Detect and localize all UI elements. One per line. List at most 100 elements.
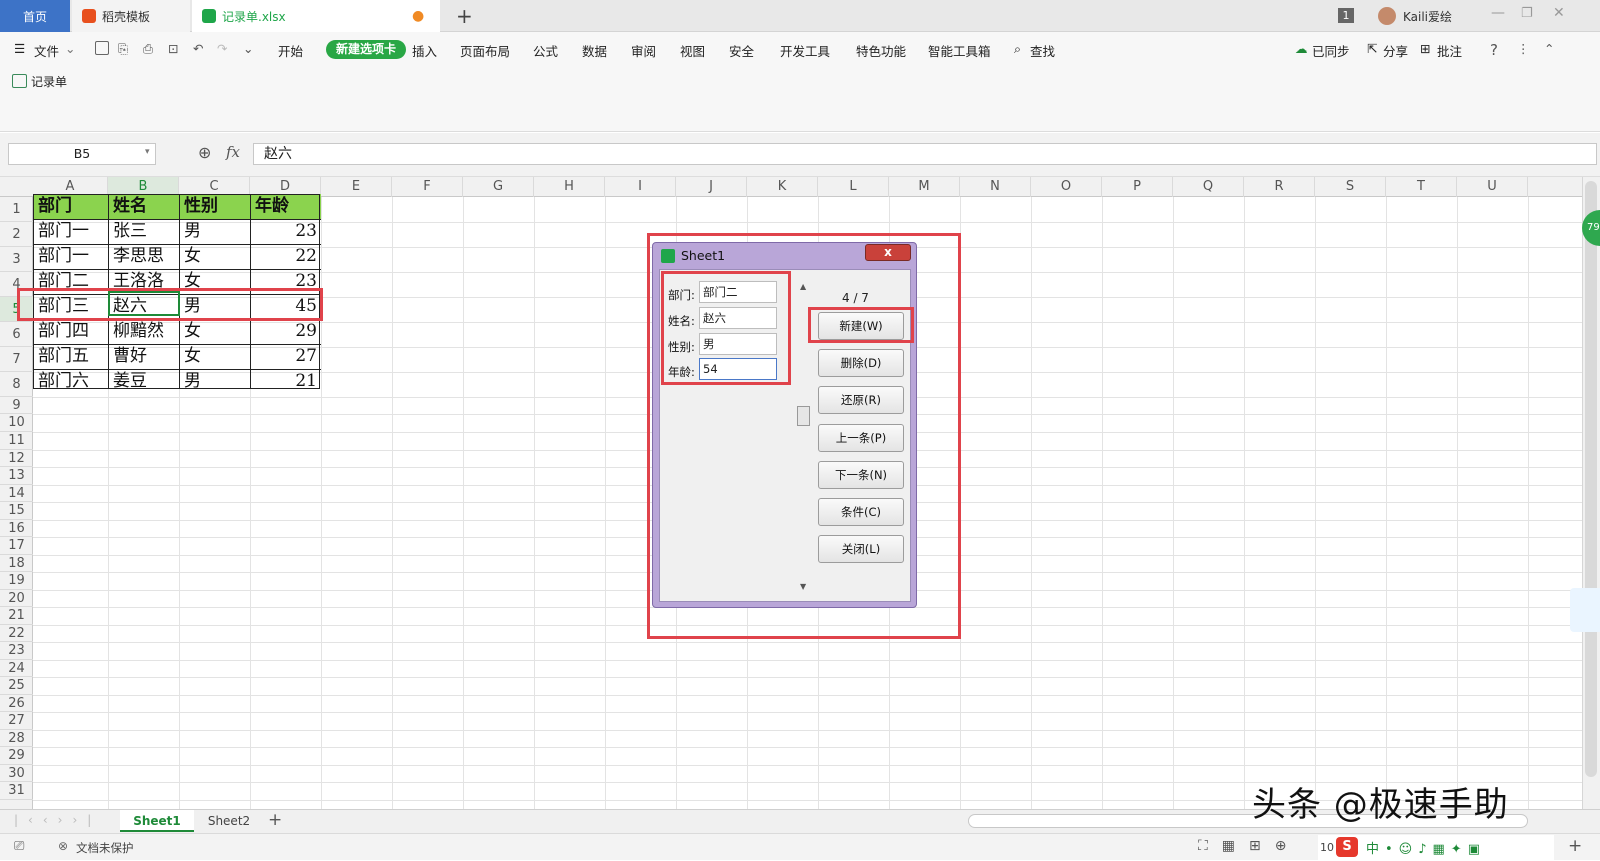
menu-page-layout[interactable]: 页面布局 <box>460 41 510 60</box>
vertical-scroll-thumb[interactable] <box>1585 181 1597 777</box>
menu-view[interactable]: 视图 <box>680 41 705 60</box>
row-header-18[interactable]: 18 <box>0 555 33 572</box>
row-header-16[interactable]: 16 <box>0 520 33 537</box>
search-icon[interactable]: ⌕ <box>1014 41 1021 57</box>
row-header-20[interactable]: 20 <box>0 590 33 607</box>
menu-new-tab[interactable]: 新建选项卡 <box>326 40 406 59</box>
row-header-29[interactable]: 29 <box>0 747 33 765</box>
row-header-17[interactable]: 17 <box>0 537 33 555</box>
fx-icon[interactable]: fx <box>226 143 240 161</box>
sync-status[interactable]: 已同步 <box>1312 41 1350 60</box>
row-header-1[interactable]: 1 <box>0 197 33 222</box>
row-header-28[interactable]: 28 <box>0 730 33 747</box>
collapse-ribbon-icon[interactable]: ⌃ <box>1544 41 1554 56</box>
close-window-icon[interactable]: ✕ <box>1553 5 1565 21</box>
row-header-9[interactable]: 9 <box>0 397 33 414</box>
row-header-21[interactable]: 21 <box>0 607 33 625</box>
sheet-nav-icons[interactable]: |‹‹››| <box>14 813 101 827</box>
save-icon[interactable] <box>95 41 109 55</box>
help-icon[interactable]: ? <box>1490 41 1498 59</box>
vertical-scrollbar[interactable] <box>1582 177 1600 809</box>
column-header-p[interactable]: P <box>1102 177 1173 197</box>
ime-icons[interactable]: 中•☺♪▦✦▣ <box>1366 838 1486 857</box>
row-header-3[interactable]: 3 <box>0 247 33 272</box>
row-header-14[interactable]: 14 <box>0 485 33 502</box>
new-tab-button[interactable]: + <box>456 4 473 28</box>
row-header-27[interactable]: 27 <box>0 712 33 730</box>
row-header-2[interactable]: 2 <box>0 222 33 247</box>
formula-input[interactable]: 赵六 <box>253 143 1597 165</box>
column-header-e[interactable]: E <box>321 177 392 197</box>
undo-icon[interactable]: ↶ <box>193 41 203 56</box>
column-header-g[interactable]: G <box>463 177 534 197</box>
row-header-15[interactable]: 15 <box>0 502 33 520</box>
column-header-l[interactable]: L <box>818 177 889 197</box>
menu-start[interactable]: 开始 <box>278 41 303 60</box>
row-header-8[interactable]: 8 <box>0 372 33 397</box>
row-header-24[interactable]: 24 <box>0 660 33 677</box>
menu-security[interactable]: 安全 <box>729 41 754 60</box>
name-box[interactable]: B5 <box>8 143 156 165</box>
column-header-f[interactable]: F <box>392 177 463 197</box>
column-header-k[interactable]: K <box>747 177 818 197</box>
row-header-26[interactable]: 26 <box>0 695 33 712</box>
row-header-13[interactable]: 13 <box>0 467 33 485</box>
tab-document[interactable]: 记录单.xlsx ● <box>192 0 440 32</box>
macro-icon[interactable]: ⎚ <box>14 839 24 854</box>
row-header-10[interactable]: 10 <box>0 414 33 432</box>
ime-toolbar[interactable]: 10 S 中•☺♪▦✦▣ <box>1318 835 1554 861</box>
menu-formula[interactable]: 公式 <box>533 41 558 60</box>
previous-record-button[interactable]: 上一条(P) <box>818 424 904 452</box>
next-record-button[interactable]: 下一条(N) <box>818 461 904 489</box>
name-box-dropdown-icon[interactable]: ▾ <box>145 147 150 157</box>
side-tool-icon[interactable] <box>1570 588 1600 632</box>
menu-file[interactable]: 文件 <box>34 41 59 60</box>
row-header-22[interactable]: 22 <box>0 625 33 642</box>
add-sheet-button[interactable]: + <box>268 810 282 830</box>
column-header-q[interactable]: Q <box>1173 177 1244 197</box>
record-form-button[interactable]: 记录单 <box>31 73 67 90</box>
sheet-tab-1[interactable]: Sheet1 <box>120 810 194 832</box>
zoom-in-icon[interactable]: + <box>1568 836 1582 856</box>
window-count-badge[interactable]: 1 <box>1338 8 1354 23</box>
tab-home[interactable]: 首页 <box>0 0 70 32</box>
comment-button[interactable]: 批注 <box>1437 41 1462 60</box>
column-header-o[interactable]: O <box>1031 177 1102 197</box>
zoom-formula-icon[interactable]: ⊕ <box>198 143 211 162</box>
scroll-down-icon[interactable]: ▼ <box>800 582 806 591</box>
redo-icon[interactable]: ↷ <box>217 41 227 56</box>
chevron-down-icon[interactable]: ⌄ <box>65 41 75 56</box>
row-header-23[interactable]: 23 <box>0 642 33 660</box>
menu-data[interactable]: 数据 <box>582 41 607 60</box>
column-header-t[interactable]: T <box>1386 177 1457 197</box>
preview-icon[interactable]: ⊡ <box>168 41 178 56</box>
scroll-up-icon[interactable]: ▲ <box>800 282 806 291</box>
criteria-button[interactable]: 条件(C) <box>818 498 904 526</box>
export-icon[interactable]: ⎘ <box>118 41 128 57</box>
delete-record-button[interactable]: 删除(D) <box>818 349 904 377</box>
restore-record-button[interactable]: 还原(R) <box>818 386 904 414</box>
menu-smart-tools[interactable]: 智能工具箱 <box>928 41 991 60</box>
menu-features[interactable]: 特色功能 <box>856 41 906 60</box>
column-header-u[interactable]: U <box>1457 177 1528 197</box>
column-header-r[interactable]: R <box>1244 177 1315 197</box>
tab-template[interactable]: 稻壳模板 <box>72 0 190 32</box>
record-scroll-thumb[interactable] <box>797 406 810 426</box>
menu-review[interactable]: 审阅 <box>631 41 656 60</box>
row-header-31[interactable]: 31 <box>0 782 33 800</box>
minimize-icon[interactable]: — <box>1491 5 1505 21</box>
dialog-close-button[interactable]: x <box>865 244 911 261</box>
share-button[interactable]: 分享 <box>1383 41 1408 60</box>
close-dialog-button[interactable]: 关闭(L) <box>818 535 904 563</box>
sheet-tab-2[interactable]: Sheet2 <box>196 810 262 832</box>
more-icon[interactable]: ⋮ <box>1517 41 1530 56</box>
protection-status[interactable]: 文档未保护 <box>76 840 134 856</box>
view-mode-icons[interactable]: ⛶▦⊞⊕ <box>1198 838 1301 854</box>
column-header-m[interactable]: M <box>889 177 960 197</box>
user-name[interactable]: Kaili爱绘 <box>1403 8 1452 25</box>
column-header-s[interactable]: S <box>1315 177 1386 197</box>
row-header-11[interactable]: 11 <box>0 432 33 450</box>
customize-icon[interactable]: ⌄ <box>243 41 253 56</box>
row-header-25[interactable]: 25 <box>0 677 33 695</box>
row-header-19[interactable]: 19 <box>0 572 33 590</box>
